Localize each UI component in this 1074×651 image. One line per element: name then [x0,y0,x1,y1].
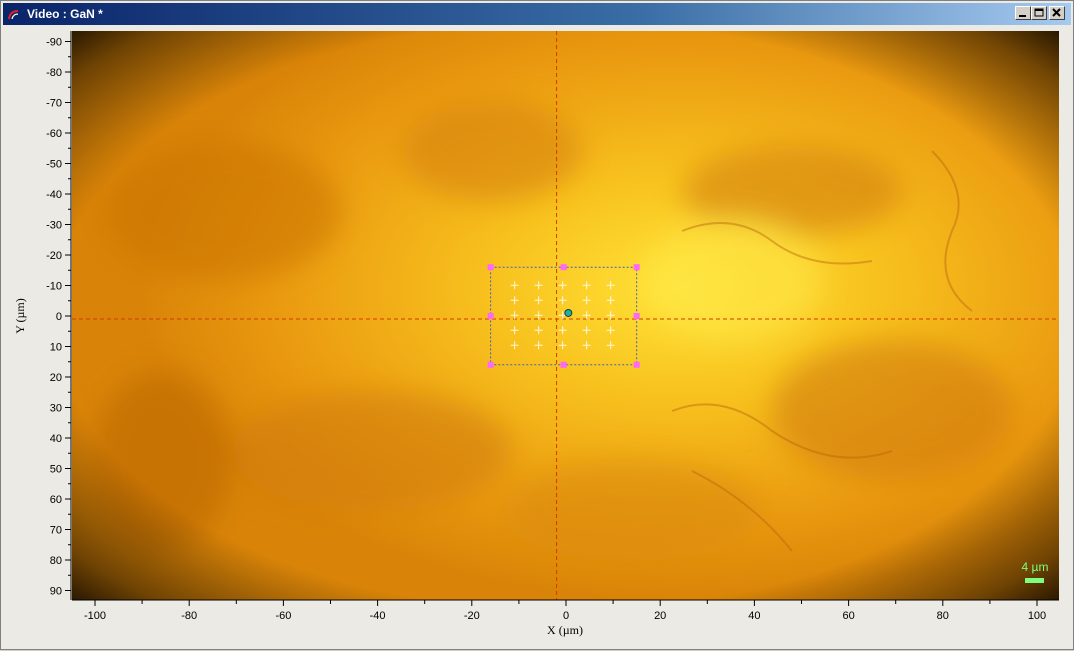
y-tick-label: -90 [46,37,62,49]
x-tick-label: 80 [937,610,949,622]
y-tick-label: 20 [50,372,62,384]
x-tick-label: 0 [563,610,569,622]
y-tick-label: 50 [50,464,62,476]
y-tick-label: -40 [46,189,62,201]
x-tick-label: -100 [84,610,106,622]
x-tick-label: -20 [464,610,480,622]
y-tick-label: -20 [46,250,62,262]
y-tick-label: 80 [50,555,62,567]
y-axis-label: Y (µm) [13,298,27,333]
y-tick-label: 40 [50,433,62,445]
axes-layer: Y (µm) X (µm) -90 -80 -70 -60 -50 -40 -30 -20 -1… [13,31,1059,637]
y-tick-label: -70 [46,98,62,110]
y-tick-label: 70 [50,525,62,537]
y-tick-label: 60 [50,494,62,506]
y-tick-label: -80 [46,67,62,79]
y-tick-label: 0 [56,311,62,323]
x-axis-label: X (µm) [547,623,583,637]
y-tick-label: -60 [46,128,62,140]
x-tick-label: -60 [275,610,291,622]
x-tick-label: 100 [1028,610,1046,622]
y-tick-label: 90 [50,586,62,598]
x-tick-label: -40 [370,610,386,622]
x-tick-label: 60 [842,610,854,622]
video-window: Video : GaN * 4 µm Y (µm) X (µm) -90 -80… [0,0,1074,650]
x-tick-label: 20 [654,610,666,622]
y-tick-label: -10 [46,281,62,293]
y-tick-label: -50 [46,159,62,171]
y-tick-label: 10 [50,342,62,354]
x-tick-label: -80 [181,610,197,622]
y-tick-label: -30 [46,220,62,232]
x-tick-label: 40 [748,610,760,622]
y-tick-label: 30 [50,403,62,415]
